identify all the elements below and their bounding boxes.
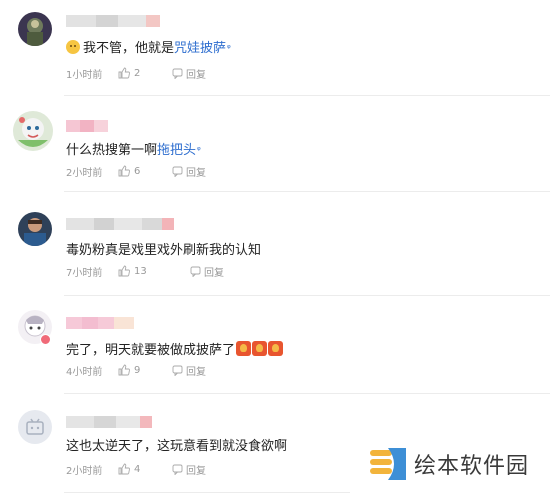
timestamp: 1小时前 bbox=[66, 69, 103, 81]
watermark-logo-icon bbox=[370, 448, 406, 480]
username-blurred[interactable] bbox=[66, 15, 160, 27]
like-count: 2 bbox=[134, 67, 141, 79]
avatar[interactable] bbox=[18, 212, 52, 246]
reply-label: 回复 bbox=[204, 267, 224, 279]
vip-badge-icon bbox=[40, 334, 51, 345]
reply-button[interactable]: 回复 bbox=[172, 462, 206, 477]
comment-text: 毒奶粉真是戏里戏外刷新我的认知 bbox=[66, 243, 262, 258]
fire-emoji-icon bbox=[236, 341, 252, 356]
topic-link[interactable]: 拖把头 bbox=[157, 143, 196, 158]
reply-icon bbox=[172, 166, 183, 177]
like-count: 4 bbox=[134, 463, 141, 475]
reply-label: 回复 bbox=[186, 465, 206, 477]
like-button[interactable]: 9 bbox=[118, 364, 172, 376]
comment-item: 我不管，他就是咒娃披萨ᵠ 1小时前 2 回复 bbox=[0, 0, 550, 96]
divider bbox=[64, 295, 550, 296]
like-button[interactable]: 4 bbox=[118, 463, 172, 475]
reply-button[interactable]: 回复 bbox=[172, 164, 206, 179]
timestamp: 2小时前 bbox=[66, 465, 103, 477]
reply-button[interactable]: 回复 bbox=[172, 66, 206, 81]
thumb-up-icon bbox=[118, 67, 130, 79]
comment-item: 什么热搜第一啊拖把头ᵠ 2小时前 6 回复 bbox=[0, 96, 550, 192]
like-button[interactable]: 6 bbox=[118, 165, 172, 177]
comment-text: 什么热搜第一啊拖把头ᵠ bbox=[66, 143, 201, 158]
timestamp: 2小时前 bbox=[66, 167, 103, 179]
divider bbox=[64, 191, 550, 192]
reply-label: 回复 bbox=[186, 69, 206, 81]
like-count: 9 bbox=[134, 364, 141, 376]
comment-meta: 4小时前 9 回复 bbox=[66, 363, 206, 378]
topic-link[interactable]: 咒娃披萨 bbox=[174, 41, 226, 56]
timestamp: 4小时前 bbox=[66, 366, 103, 378]
watermark-text: 绘本软件园 bbox=[414, 454, 530, 479]
like-count: 13 bbox=[134, 265, 147, 277]
comment-meta: 1小时前 2 回复 bbox=[66, 66, 206, 81]
username-blurred[interactable] bbox=[66, 218, 174, 230]
like-button[interactable]: 13 bbox=[118, 265, 190, 277]
comment-text: 我不管，他就是咒娃披萨ᵠ bbox=[66, 40, 231, 58]
divider bbox=[64, 393, 550, 394]
username-blurred[interactable] bbox=[66, 416, 152, 428]
comment-meta: 2小时前 4 回复 bbox=[66, 462, 206, 477]
thumb-up-icon bbox=[118, 165, 130, 177]
fire-emoji-icon bbox=[252, 341, 268, 356]
thumb-up-icon bbox=[118, 265, 130, 277]
watermark: 绘本软件园 bbox=[370, 448, 529, 480]
reply-icon bbox=[190, 266, 201, 277]
comment-meta: 2小时前 6 回复 bbox=[66, 164, 206, 179]
reply-icon bbox=[172, 68, 183, 79]
reply-button[interactable]: 回复 bbox=[190, 264, 224, 279]
reply-button[interactable]: 回复 bbox=[172, 363, 206, 378]
reply-label: 回复 bbox=[186, 167, 206, 179]
like-button[interactable]: 2 bbox=[118, 67, 172, 79]
reply-icon bbox=[172, 464, 183, 475]
comment-item: 毒奶粉真是戏里戏外刷新我的认知 7小时前 13 回复 bbox=[0, 200, 550, 296]
reply-label: 回复 bbox=[186, 366, 206, 378]
comment-text: 这也太逆天了，这玩意看到就没食欲啊 bbox=[66, 439, 288, 454]
fire-emoji-icon bbox=[268, 341, 284, 356]
username-blurred[interactable] bbox=[66, 120, 108, 132]
comment-meta: 7小时前 13 回复 bbox=[66, 264, 224, 279]
reply-icon bbox=[172, 365, 183, 376]
avatar[interactable] bbox=[18, 12, 52, 46]
smile-emoji-icon bbox=[66, 40, 80, 54]
comment-item: 完了，明天就要被做成披萨了 4小时前 9 回复 bbox=[0, 298, 550, 394]
search-mark-icon: ᵠ bbox=[227, 44, 231, 54]
username-blurred[interactable] bbox=[66, 317, 134, 329]
avatar[interactable] bbox=[12, 110, 54, 152]
thumb-up-icon bbox=[118, 364, 130, 376]
comment-text: 完了，明天就要被做成披萨了 bbox=[66, 341, 284, 360]
like-count: 6 bbox=[134, 165, 141, 177]
search-mark-icon: ᵠ bbox=[197, 146, 201, 156]
timestamp: 7小时前 bbox=[66, 267, 103, 279]
avatar[interactable] bbox=[18, 410, 52, 444]
thumb-up-icon bbox=[118, 463, 130, 475]
